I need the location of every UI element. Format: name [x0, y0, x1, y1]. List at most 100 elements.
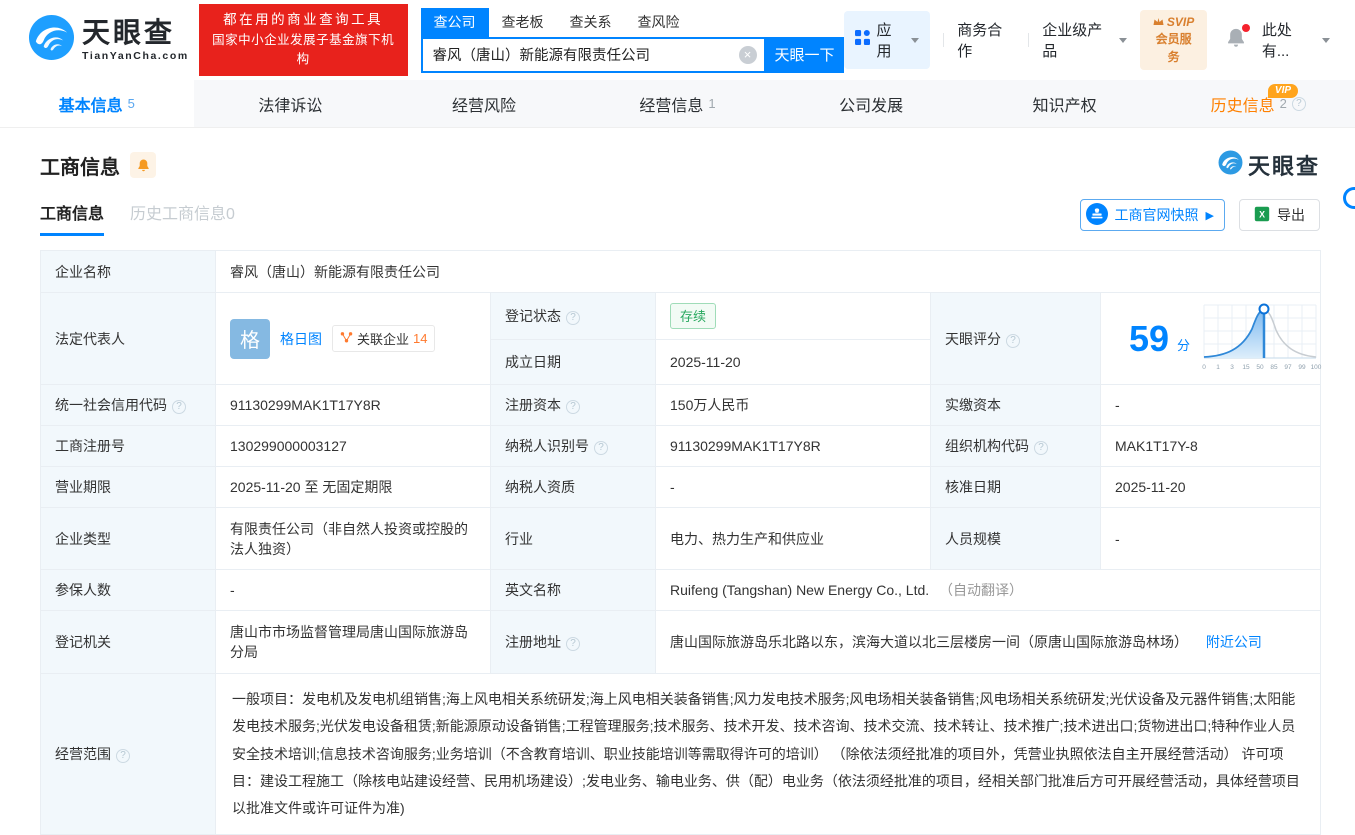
field-label: 参保人数 — [41, 570, 216, 611]
crown-icon — [1153, 14, 1164, 31]
field-label: 成立日期 — [491, 339, 656, 384]
svg-text:85: 85 — [1270, 364, 1278, 371]
field-label: 注册资本? — [491, 385, 656, 426]
nearby-companies-link[interactable]: 附近公司 — [1206, 634, 1262, 650]
top-bar: 天眼查 TianYanCha.com 都在用的商业查询工具 国家中小企业发展子基… — [0, 0, 1355, 80]
search-area: 查公司 查老板 查关系 查风险 × 天眼一下 — [421, 8, 844, 73]
subtab-business-info[interactable]: 工商信息 — [40, 200, 104, 236]
company-type-value: 有限责任公司（非自然人投资或控股的法人独资） — [216, 508, 491, 570]
tab-operating-risk[interactable]: 经营风险 — [387, 80, 581, 127]
main-content: 工商信息 天眼查 工商信息 历史工商信息0 — [0, 149, 1355, 835]
table-row: 经营范围? 一般项目：发电机及发电机组销售;海上风电相关系统研发;海上风电相关装… — [41, 674, 1321, 835]
search-button[interactable]: 天眼一下 — [766, 37, 844, 73]
help-icon[interactable]: ? — [172, 400, 186, 414]
arrow-right-icon: ▶ — [1206, 209, 1214, 222]
reg-authority-value: 唐山市市场监督管理局唐山国际旅游岛分局 — [216, 611, 491, 674]
help-icon[interactable]: ? — [1034, 441, 1048, 455]
tab-legal-proceedings[interactable]: 法律诉讼 — [194, 80, 388, 127]
tab-history-info[interactable]: 历史信息2 ? VIP — [1161, 80, 1355, 127]
english-name-value: Ruifeng (Tangshan) New Energy Co., Ltd. — [670, 582, 929, 598]
field-label: 企业名称 — [41, 251, 216, 293]
establish-date-value: 2025-11-20 — [656, 339, 931, 384]
clear-icon[interactable]: × — [739, 46, 757, 64]
field-label: 英文名称 — [491, 570, 656, 611]
org-code-value: MAK1T17Y-8 — [1101, 426, 1321, 467]
status-badge: 存续 — [670, 303, 716, 329]
table-row: 登记机关 唐山市市场监督管理局唐山国际旅游岛分局 注册地址? 唐山国际旅游岛乐北… — [41, 611, 1321, 674]
chevron-down-icon — [1322, 38, 1330, 43]
legal-rep-avatar[interactable]: 格 — [230, 319, 270, 359]
help-icon[interactable]: ? — [566, 400, 580, 414]
business-scope-value: 一般项目：发电机及发电机组销售;海上风电相关系统研发;海上风电相关装备销售;风力… — [232, 686, 1304, 822]
company-tab-bar: 基本信息5 法律诉讼 经营风险 经营信息1 公司发展 知识产权 历史信息2 ? … — [0, 80, 1355, 128]
logo-title: 天眼查 — [82, 19, 189, 47]
search-tab-boss[interactable]: 查老板 — [489, 8, 557, 37]
industry-value: 电力、热力生产和供应业 — [656, 508, 931, 570]
taxpayer-id-value: 91130299MAK1T17Y8R — [656, 426, 931, 467]
approval-date-value: 2025-11-20 — [1101, 467, 1321, 508]
business-term-value: 2025-11-20 至 无固定期限 — [216, 467, 491, 508]
notification-bell[interactable] — [1226, 27, 1246, 53]
paid-capital-value: - — [1101, 385, 1321, 426]
reg-number-value: 130299000003127 — [216, 426, 491, 467]
tianyancha-swirl-icon — [1218, 150, 1243, 180]
field-label: 工商注册号 — [41, 426, 216, 467]
tyc-score-value: 59 — [1129, 321, 1169, 357]
business-info-table: 企业名称 睿风（唐山）新能源有限责任公司 法定代表人 格 格日图 — [40, 250, 1321, 835]
table-row: 参保人数 - 英文名称 Ruifeng (Tangshan) New Energ… — [41, 570, 1321, 611]
svg-text:15: 15 — [1242, 364, 1250, 371]
table-row: 企业名称 睿风（唐山）新能源有限责任公司 — [41, 251, 1321, 293]
tab-intellectual-property[interactable]: 知识产权 — [968, 80, 1162, 127]
related-companies-badge[interactable]: 关联企业 14 — [332, 325, 435, 352]
section-title: 工商信息 — [40, 151, 120, 180]
field-label: 人员规模 — [931, 508, 1101, 570]
search-input[interactable] — [421, 37, 766, 73]
help-icon[interactable]: ? — [1292, 97, 1306, 111]
brand-slogan: 都在用的商业查询工具 国家中小企业发展子基金旗下机构 — [199, 4, 408, 76]
auto-translate-note: （自动翻译） — [939, 582, 1023, 598]
stamp-icon — [1086, 203, 1108, 228]
svip-member-service[interactable]: SVIP 会员服务 — [1140, 10, 1206, 70]
reg-address-value: 唐山国际旅游岛乐北路以东，滨海大道以北三层楼房一间（原唐山国际旅游岛林场） — [670, 634, 1188, 650]
help-icon[interactable]: ? — [116, 749, 130, 763]
svg-text:0: 0 — [1202, 364, 1206, 371]
logo-subtitle: TianYanCha.com — [82, 50, 189, 62]
search-tab-risk[interactable]: 查风险 — [625, 8, 693, 37]
insured-count-value: - — [216, 570, 491, 611]
top-nav: 应用 商务合作 企业级产品 SVIP 会员服务 — [844, 10, 1331, 70]
chevron-down-icon — [1119, 38, 1127, 43]
monitor-bell-button[interactable] — [130, 152, 156, 178]
table-row: 统一社会信用代码? 91130299MAK1T17Y8R 注册资本? 150万人… — [41, 385, 1321, 426]
help-icon[interactable]: ? — [1006, 334, 1020, 348]
help-icon[interactable]: ? — [566, 637, 580, 651]
apps-grid-icon — [855, 30, 870, 49]
help-icon[interactable]: ? — [566, 311, 580, 325]
field-label: 登记状态? — [491, 293, 656, 340]
svg-text:99: 99 — [1298, 364, 1306, 371]
tab-operating-info[interactable]: 经营信息1 — [581, 80, 775, 127]
tyc-score-unit: 分 — [1177, 335, 1190, 354]
tianyancha-swirl-icon — [28, 14, 75, 66]
subtab-history-business-info[interactable]: 历史工商信息0 — [130, 200, 235, 236]
field-label: 企业类型 — [41, 508, 216, 570]
nav-business-cooperation[interactable]: 商务合作 — [957, 19, 1015, 61]
help-icon[interactable]: ? — [594, 441, 608, 455]
search-tab-company[interactable]: 查公司 — [421, 8, 489, 37]
divider — [1028, 33, 1029, 47]
search-tabs: 查公司 查老板 查关系 查风险 — [421, 8, 844, 37]
tianyancha-logo[interactable]: 天眼查 TianYanCha.com — [28, 14, 189, 66]
divider — [943, 33, 944, 47]
tab-basic-info[interactable]: 基本信息5 — [0, 80, 194, 127]
field-label: 注册地址? — [491, 611, 656, 674]
search-tab-relation[interactable]: 查关系 — [557, 8, 625, 37]
user-account-menu[interactable]: 此处有... — [1262, 19, 1330, 61]
field-label: 营业期限 — [41, 467, 216, 508]
nav-enterprise-products[interactable]: 企业级产品 — [1042, 19, 1127, 61]
export-button[interactable]: X 导出 — [1239, 199, 1320, 231]
credit-code-value: 91130299MAK1T17Y8R — [216, 385, 491, 426]
official-snapshot-button[interactable]: 工商官网快照 ▶ — [1080, 199, 1225, 231]
legal-rep-link[interactable]: 格日图 — [280, 329, 322, 349]
apps-menu[interactable]: 应用 — [844, 11, 931, 69]
svg-text:100: 100 — [1311, 364, 1322, 371]
tab-company-development[interactable]: 公司发展 — [774, 80, 968, 127]
